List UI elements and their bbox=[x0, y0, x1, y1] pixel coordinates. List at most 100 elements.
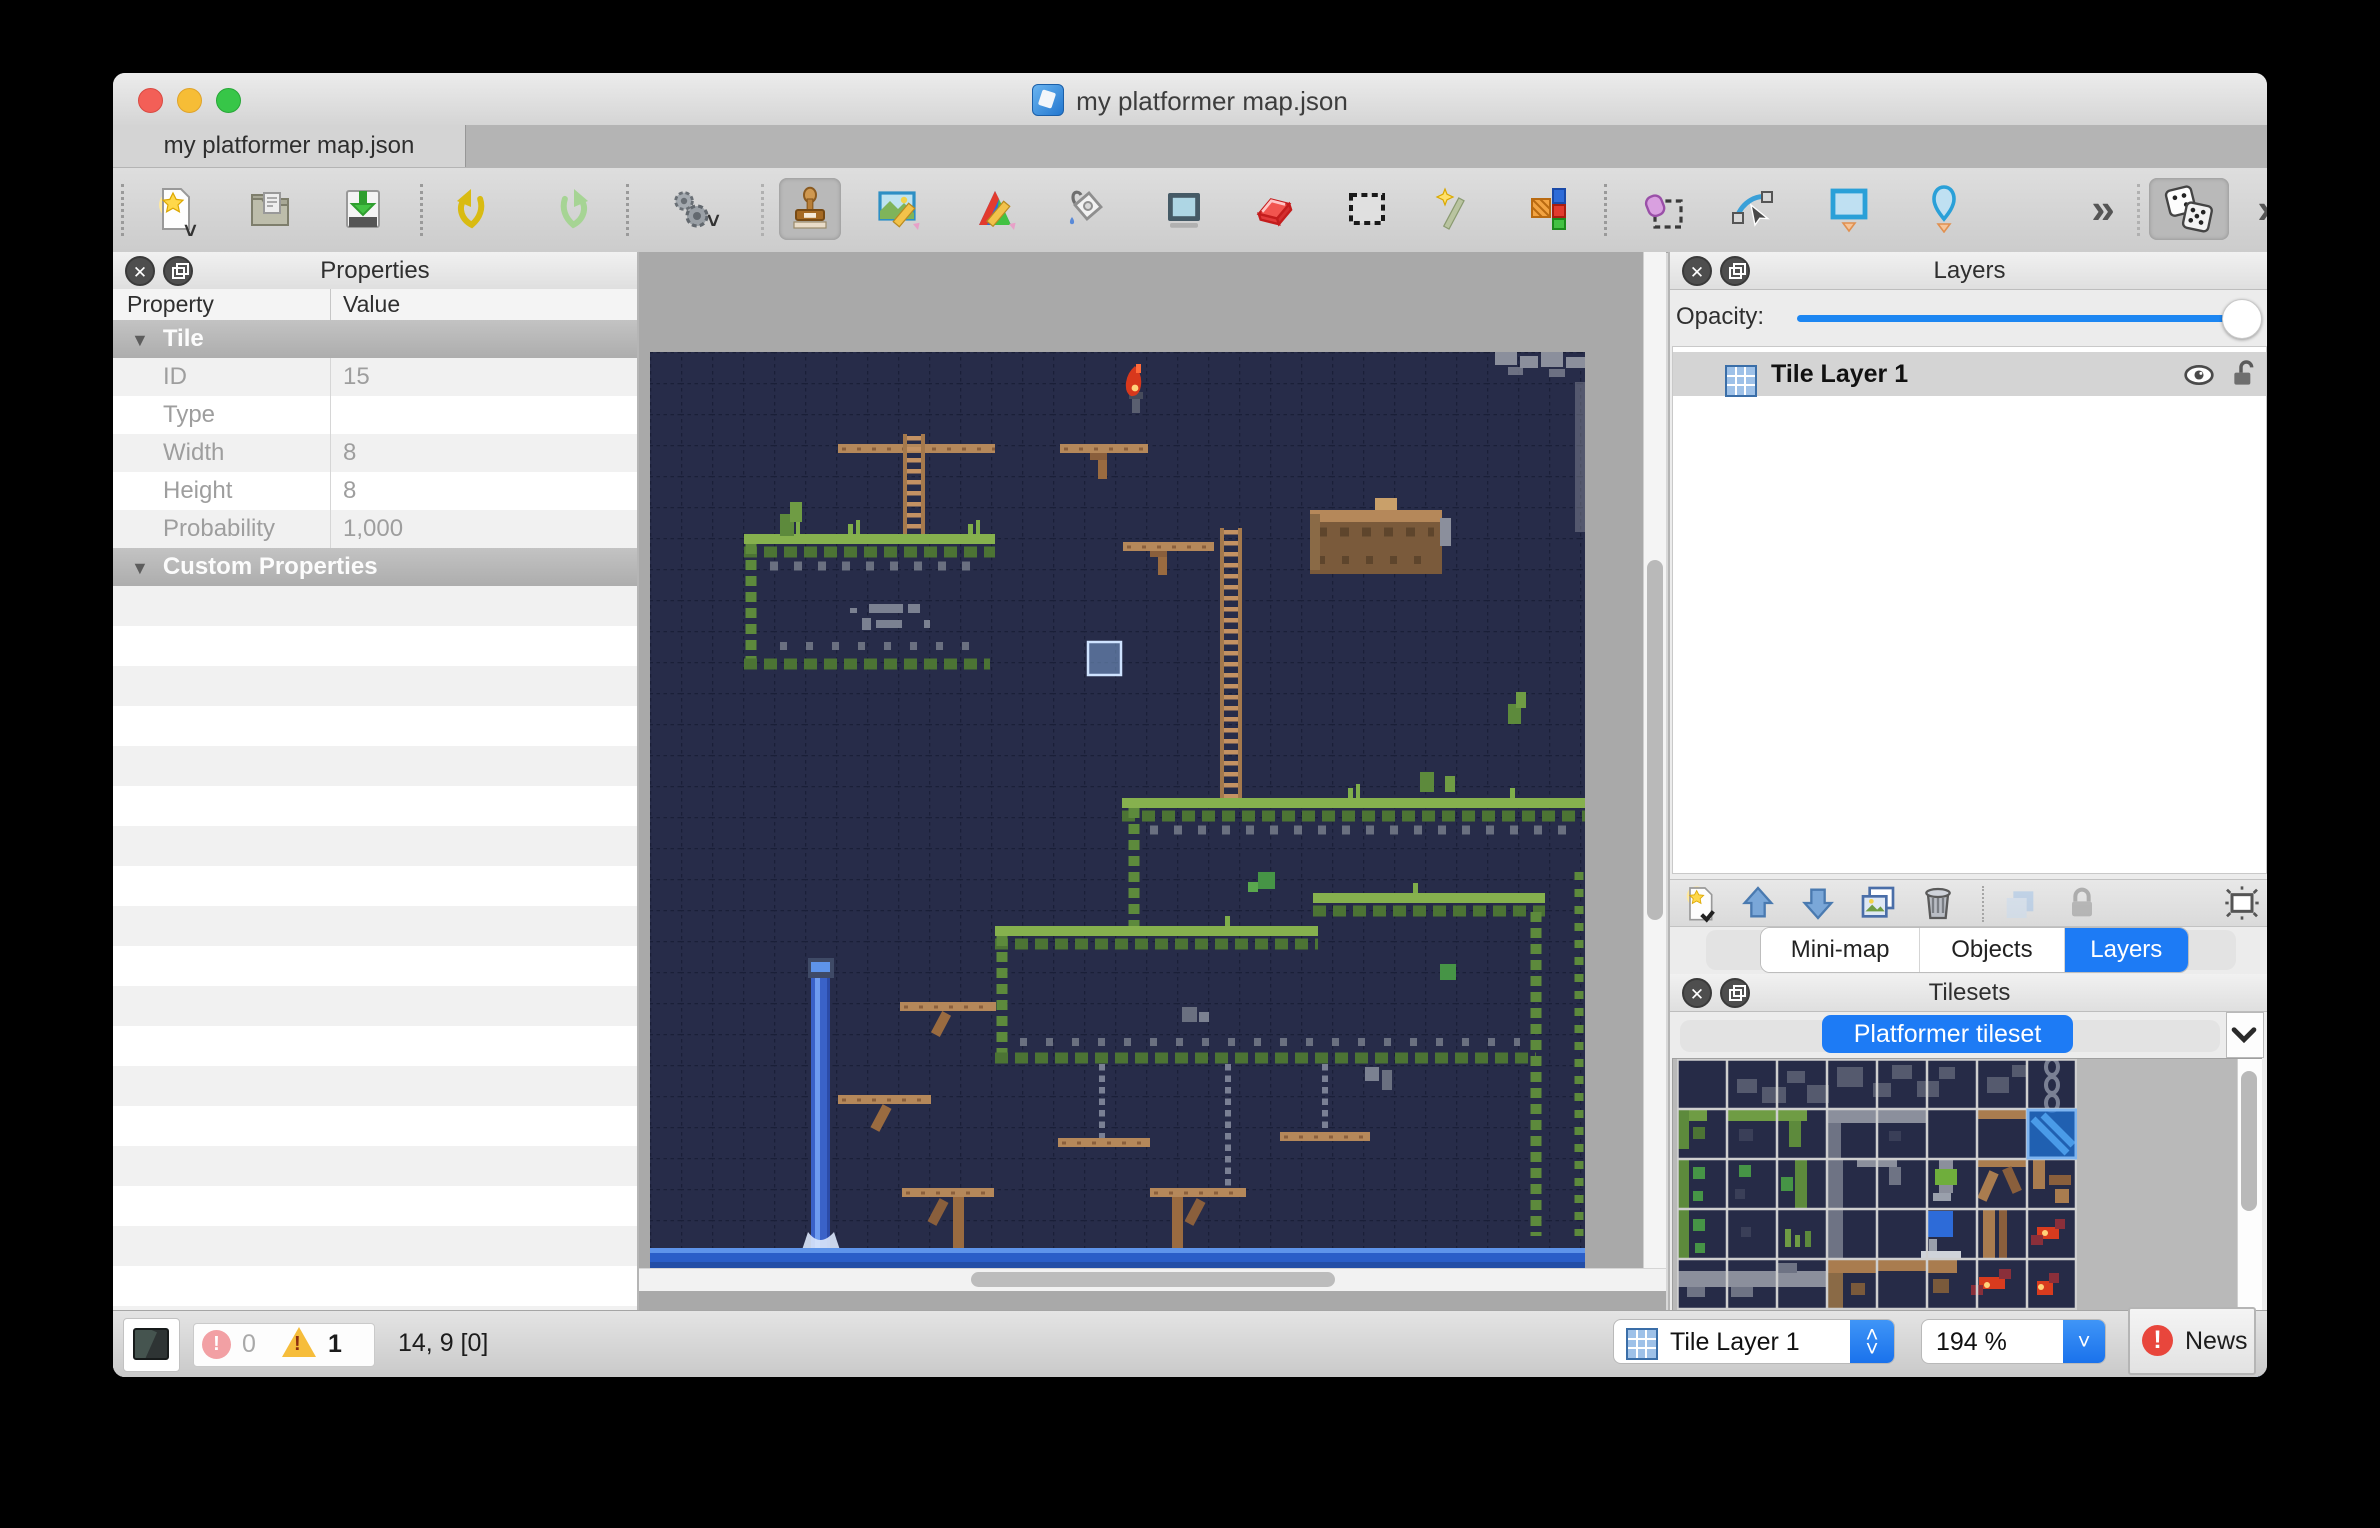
property-row-width[interactable]: Width8 bbox=[113, 434, 637, 473]
warning-count: 1 bbox=[328, 1330, 342, 1359]
tab-platformer-tileset[interactable]: Platformer tileset bbox=[1822, 1015, 2073, 1053]
lower-layer-button[interactable] bbox=[1798, 883, 1838, 923]
news-button[interactable]: ! News bbox=[2128, 1307, 2256, 1375]
properties-panel-header: ✕ Properties bbox=[113, 252, 637, 290]
opacity-slider-knob[interactable] bbox=[2222, 299, 2262, 339]
tileset-tab-bar: Platformer tileset bbox=[1670, 1012, 2267, 1058]
visibility-eye-icon[interactable] bbox=[2183, 359, 2215, 391]
section-tile[interactable]: ▼Tile bbox=[113, 320, 637, 359]
error-icon: ! bbox=[202, 1330, 231, 1359]
stamp-brush-button[interactable] bbox=[779, 178, 841, 240]
toggle-other-layers-button[interactable] bbox=[2000, 883, 2040, 923]
status-bar: ! 0 1 14, 9 [0] Tile Layer 1 ˄˅ 194 % ˅ … bbox=[113, 1310, 2267, 1377]
select-objects-icon bbox=[1639, 185, 1687, 233]
panel-title: Properties bbox=[113, 257, 637, 285]
layer-row-tile-layer-1[interactable]: Tile Layer 1 bbox=[1673, 352, 2266, 396]
section-custom-properties[interactable]: ▼Custom Properties bbox=[113, 548, 637, 587]
bucket-fill-button[interactable] bbox=[1054, 178, 1116, 240]
tab-objects[interactable]: Objects bbox=[1920, 928, 2064, 972]
tileset-list-dropdown[interactable] bbox=[2226, 1012, 2264, 1058]
delete-layer-button[interactable] bbox=[1918, 883, 1958, 923]
news-alert-icon: ! bbox=[2142, 1325, 2173, 1356]
insert-point-button[interactable] bbox=[1913, 178, 1975, 240]
panel-title: Layers bbox=[1670, 257, 2267, 285]
edit-polygons-button[interactable] bbox=[1722, 178, 1784, 240]
fill-terrain-icon bbox=[971, 185, 1019, 233]
opacity-row: Opacity: bbox=[1670, 289, 2267, 344]
toolbar-handle bbox=[761, 184, 764, 236]
terrain-brush-button[interactable] bbox=[869, 178, 931, 240]
random-mode-button[interactable] bbox=[2149, 178, 2229, 240]
undo-button[interactable] bbox=[444, 178, 506, 240]
layers-panel-header: ✕ Layers bbox=[1670, 252, 2267, 290]
insert-rectangle-icon bbox=[1825, 185, 1873, 233]
chevron-down-icon bbox=[2227, 1013, 2261, 1055]
selected-tile bbox=[2027, 1109, 2077, 1159]
tab-layers[interactable]: Layers bbox=[2065, 928, 2188, 972]
property-row-probability[interactable]: Probability1,000 bbox=[113, 510, 637, 549]
edit-polygons-icon bbox=[1729, 185, 1777, 233]
property-row-id[interactable]: ID15 bbox=[113, 358, 637, 397]
fill-terrain-button[interactable] bbox=[964, 178, 1026, 240]
issues-counter[interactable]: ! 0 1 bbox=[193, 1323, 375, 1367]
shape-fill-button[interactable] bbox=[1153, 178, 1215, 240]
empty-property-rows bbox=[113, 586, 637, 1377]
insert-rectangle-button[interactable] bbox=[1818, 178, 1880, 240]
highlight-current-layer-button[interactable] bbox=[2222, 883, 2262, 923]
commands-button[interactable]: ˅ bbox=[659, 178, 721, 240]
map-view[interactable] bbox=[639, 252, 1666, 1310]
chevron-down-icon[interactable]: ˅ bbox=[707, 208, 720, 234]
layer-name: Tile Layer 1 bbox=[1771, 352, 1908, 396]
chevron-down-icon[interactable]: ˅ bbox=[184, 218, 197, 244]
more-toolbars-button[interactable]: » bbox=[2235, 178, 2267, 240]
current-layer-select[interactable]: Tile Layer 1 ˄˅ bbox=[1613, 1319, 1895, 1364]
toolbar-separator bbox=[1982, 886, 1984, 922]
redo-button[interactable] bbox=[539, 178, 601, 240]
duplicate-layer-button[interactable] bbox=[1858, 883, 1898, 923]
new-map-button[interactable]: ˅ bbox=[144, 178, 206, 240]
toolbar-handle bbox=[121, 184, 124, 236]
properties-column-header: Property Value bbox=[113, 289, 637, 321]
column-property: Property bbox=[127, 291, 214, 318]
eraser-icon bbox=[1250, 185, 1298, 233]
tab-mini-map[interactable]: Mini-map bbox=[1761, 928, 1920, 972]
collapse-triangle-icon[interactable]: ▼ bbox=[131, 330, 149, 350]
lock-layers-button[interactable] bbox=[2062, 883, 2102, 923]
horizontal-scrollbar[interactable] bbox=[639, 1268, 1666, 1291]
magic-wand-button[interactable] bbox=[1422, 178, 1484, 240]
map-canvas[interactable] bbox=[650, 352, 1585, 1268]
title-bar[interactable]: my platformer map.json bbox=[113, 73, 2267, 126]
more-tools-button[interactable]: » bbox=[2069, 178, 2131, 240]
save-button[interactable] bbox=[332, 178, 394, 240]
app-window: my platformer map.json my platformer map… bbox=[113, 73, 2267, 1377]
rectangular-select-button[interactable] bbox=[1336, 178, 1398, 240]
opacity-slider[interactable] bbox=[1797, 315, 2241, 322]
select-objects-button[interactable] bbox=[1632, 178, 1694, 240]
collapse-triangle-icon[interactable]: ▼ bbox=[131, 558, 149, 578]
open-file-button[interactable] bbox=[239, 178, 301, 240]
insert-point-icon bbox=[1920, 185, 1968, 233]
chevron-down-icon: ˅ bbox=[2063, 1320, 2105, 1363]
eraser-button[interactable] bbox=[1243, 178, 1305, 240]
new-layer-button[interactable] bbox=[1680, 883, 1720, 923]
undo-icon bbox=[451, 185, 499, 233]
magic-wand-icon bbox=[1429, 185, 1477, 233]
property-row-type[interactable]: Type bbox=[113, 396, 637, 435]
terrain-brush-icon bbox=[876, 185, 924, 233]
unlocked-padlock-icon[interactable] bbox=[2229, 358, 2261, 390]
select-same-tile-button[interactable] bbox=[1519, 178, 1581, 240]
layer-list[interactable]: Tile Layer 1 bbox=[1672, 346, 2267, 874]
tileset-scrollbar-thumb[interactable] bbox=[2241, 1071, 2257, 1211]
error-count: 0 bbox=[242, 1330, 256, 1359]
raise-layer-button[interactable] bbox=[1738, 883, 1778, 923]
tab-my-platformer-map[interactable]: my platformer map.json bbox=[113, 125, 466, 167]
vertical-scrollbar[interactable] bbox=[1643, 252, 1666, 1268]
opacity-label: Opacity: bbox=[1676, 303, 1764, 331]
document-icon bbox=[1032, 84, 1064, 116]
console-button[interactable] bbox=[123, 1318, 180, 1372]
property-row-height[interactable]: Height8 bbox=[113, 472, 637, 511]
column-value: Value bbox=[343, 291, 400, 318]
horizontal-scrollbar-thumb[interactable] bbox=[971, 1272, 1335, 1287]
vertical-scrollbar-thumb[interactable] bbox=[1647, 560, 1663, 920]
zoom-select[interactable]: 194 % ˅ bbox=[1921, 1319, 2106, 1364]
